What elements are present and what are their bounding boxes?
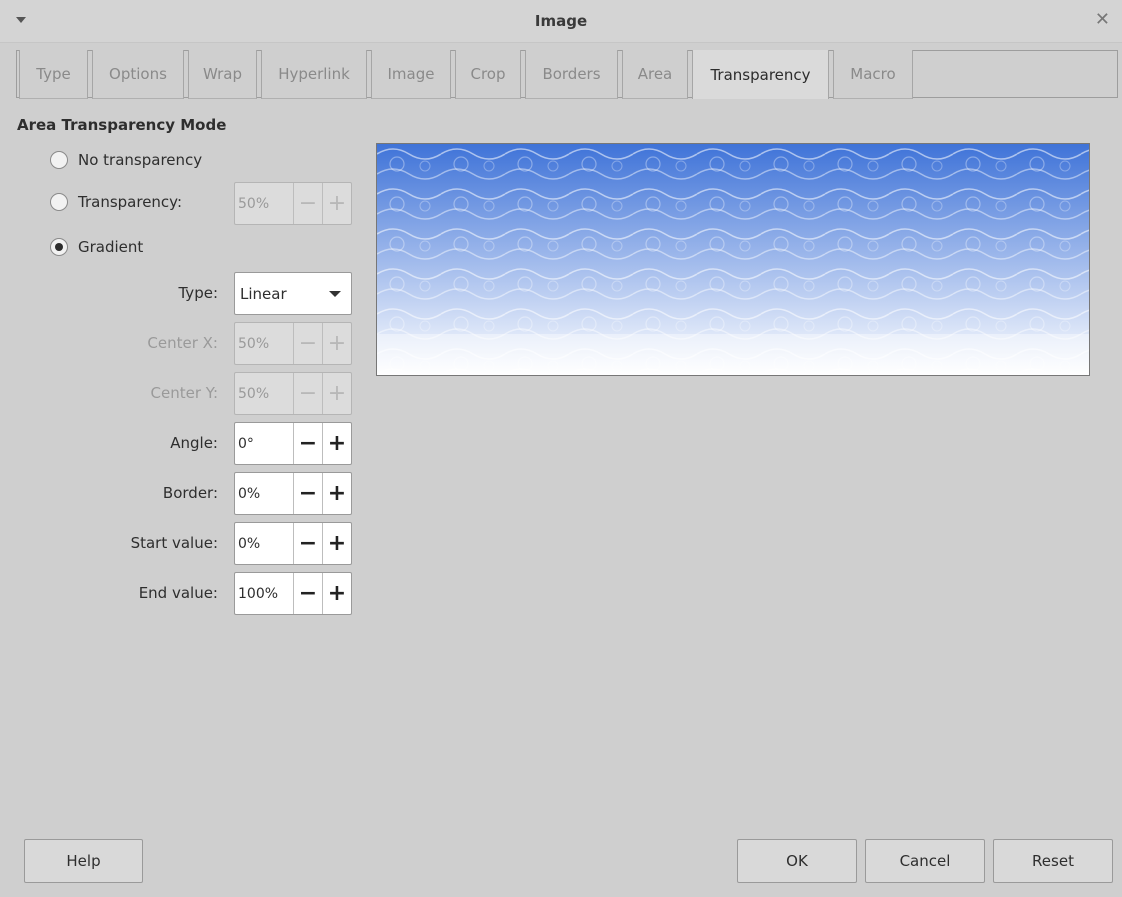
tab-borders[interactable]: Borders [525,50,618,99]
border-minus-button[interactable]: − [293,473,322,514]
border-spinner[interactable]: 0% − + [234,472,352,515]
angle-value[interactable]: 0° [235,423,293,464]
gradient-option[interactable]: Gradient [50,238,143,256]
transparency-spinner: 50% − + [234,182,352,225]
tab-options[interactable]: Options [92,50,184,99]
type-label: Type: [178,284,218,302]
tab-macro[interactable]: Macro [833,50,913,99]
center-x-minus-button: − [293,323,322,364]
start-value-value[interactable]: 0% [235,523,293,564]
center-x-spinner: 50% − + [234,322,352,365]
reset-button[interactable]: Reset [993,839,1113,883]
tab-area[interactable]: Area [622,50,688,99]
end-value-minus-button[interactable]: − [293,573,322,614]
angle-minus-button[interactable]: − [293,423,322,464]
border-label: Border: [162,484,218,502]
gradient-label: Gradient [78,238,144,256]
border-value[interactable]: 0% [235,473,293,514]
tab-transparency[interactable]: Transparency [692,50,829,99]
gradient-type-value: Linear [240,284,287,303]
window-title: Image [534,12,588,30]
border-plus-button[interactable]: + [322,473,351,514]
close-icon[interactable]: ✕ [1095,9,1110,30]
transparency-plus-button: + [322,183,351,224]
start-value-minus-button[interactable]: − [293,523,322,564]
no-transparency-option[interactable]: No transparency [50,151,202,169]
center-y-minus-button: − [293,373,322,414]
angle-plus-button[interactable]: + [322,423,351,464]
title-bar: Image ✕ [0,0,1122,43]
transparency-value: 50% [238,195,270,212]
start-value-label: Start value: [130,534,218,552]
center-y-value: 50% [238,385,270,402]
tab-type[interactable]: Type [19,50,88,99]
help-button[interactable]: Help [24,839,143,883]
tab-wrap[interactable]: Wrap [188,50,257,99]
center-y-spinner: 50% − + [234,372,352,415]
gradient-type-select[interactable]: Linear [234,272,352,315]
preview-image [377,144,1089,375]
end-value-spinner[interactable]: 100% − + [234,572,352,615]
transparency-label: Transparency: [78,193,183,211]
center-y-plus-button: + [322,373,351,414]
tab-bar: Type Options Wrap Hyperlink Image Crop B… [16,50,1118,99]
angle-label: Angle: [170,434,218,452]
center-x-label: Center X: [147,334,218,352]
transparency-option[interactable]: Transparency: [50,193,182,211]
transparency-radio[interactable] [50,193,68,211]
center-x-plus-button: + [322,323,351,364]
ok-button[interactable]: OK [737,839,857,883]
start-value-spinner[interactable]: 0% − + [234,522,352,565]
transparency-preview [376,143,1090,376]
start-value-plus-button[interactable]: + [322,523,351,564]
tab-crop[interactable]: Crop [455,50,521,99]
no-transparency-radio[interactable] [50,151,68,169]
gradient-radio[interactable] [50,238,68,256]
angle-spinner[interactable]: 0° − + [234,422,352,465]
center-x-value: 50% [238,335,270,352]
tab-hyperlink[interactable]: Hyperlink [261,50,367,99]
transparency-minus-button: − [293,183,322,224]
section-title: Area Transparency Mode [17,116,227,134]
chevron-down-icon [329,290,341,297]
end-value-value[interactable]: 100% [235,573,293,614]
center-y-label: Center Y: [150,384,218,402]
no-transparency-label: No transparency [78,151,203,169]
end-value-label: End value: [138,584,218,602]
cancel-button[interactable]: Cancel [865,839,985,883]
end-value-plus-button[interactable]: + [322,573,351,614]
tab-image[interactable]: Image [371,50,451,99]
